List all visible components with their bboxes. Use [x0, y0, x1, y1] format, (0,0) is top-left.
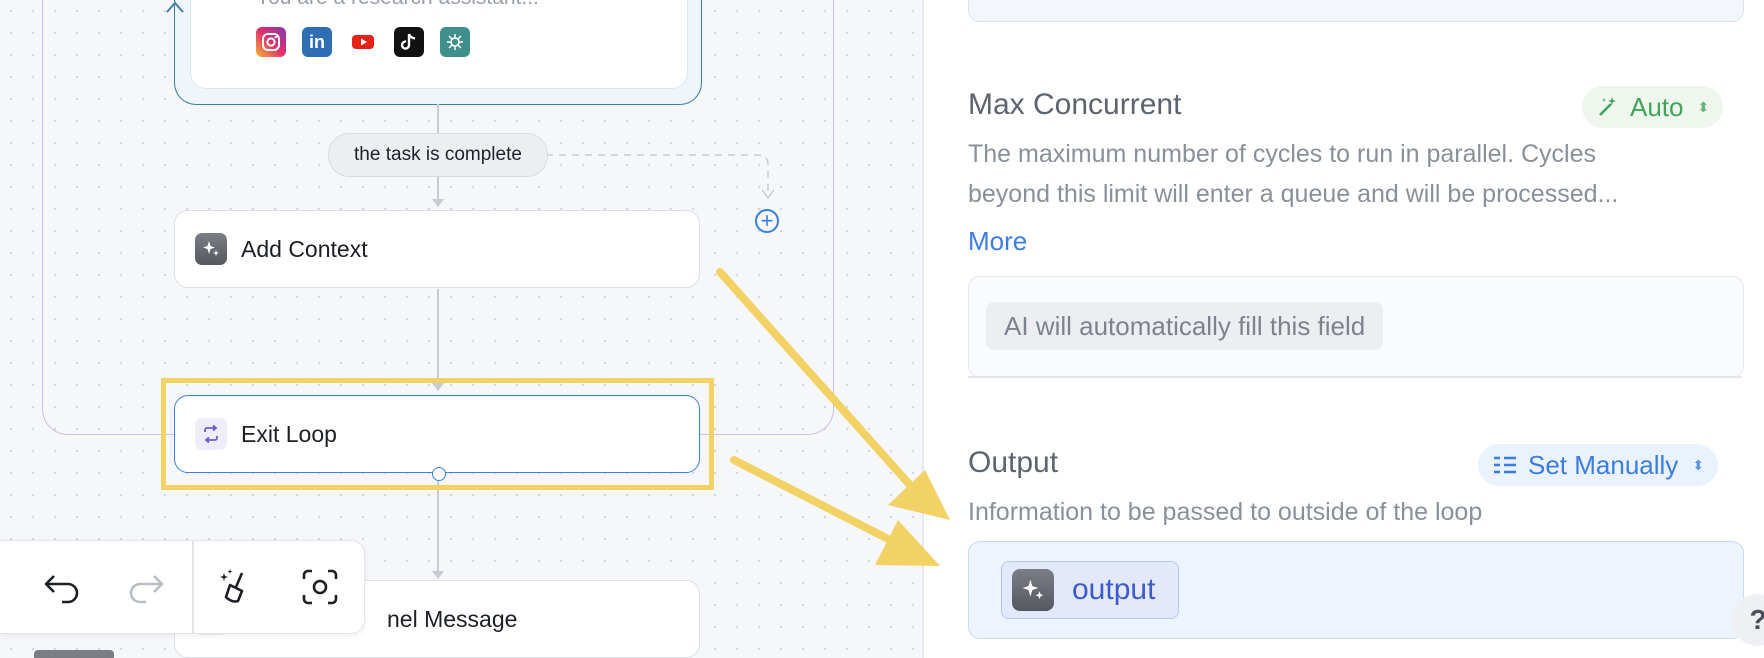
canvas-toolbar [0, 540, 365, 634]
linkedin-icon: in [302, 27, 332, 57]
max-concurrent-title: Max Concurrent [968, 88, 1182, 121]
highlight-box [161, 378, 714, 490]
add-context-label: Add Context [241, 235, 368, 262]
max-concurrent-mode-label: Auto [1630, 91, 1684, 122]
settings-panel: Max Concurrent Auto ⬍ The maximum number… [924, 0, 1764, 658]
chevron-updown-icon: ⬍ [1692, 456, 1705, 473]
output-variable-chip[interactable]: output [1001, 561, 1179, 619]
output-variable-label: output [1072, 573, 1156, 606]
connector-line [437, 289, 439, 385]
max-concurrent-mode-select[interactable]: Auto ⬍ [1582, 86, 1724, 128]
redo-icon[interactable] [122, 563, 170, 611]
connector-arrowhead [432, 571, 444, 579]
list-settings-icon [1494, 456, 1516, 474]
max-concurrent-description: The maximum number of cycles to run in p… [968, 134, 1748, 214]
output-mode-select[interactable]: Set Manually ⬍ [1478, 444, 1719, 486]
youtube-icon [348, 27, 378, 57]
output-mode-label: Set Manually [1528, 449, 1679, 480]
loop-return-arrow-icon [166, 1, 184, 13]
canvas-tab[interactable] [34, 650, 114, 658]
sparkle-icon [1012, 569, 1054, 611]
sparkle-icon [195, 233, 227, 265]
more-link[interactable]: More [968, 226, 1027, 257]
description-line: The maximum number of cycles to run in p… [968, 140, 1597, 168]
ai-autofill-placeholder: AI will automatically fill this field [986, 302, 1384, 350]
previous-field-input[interactable] [968, 0, 1744, 22]
screenshot-icon[interactable] [296, 563, 344, 611]
tiktok-icon [394, 27, 424, 57]
connector-line [437, 104, 439, 134]
connector-line [437, 479, 439, 575]
condition-label[interactable]: the task is complete [328, 133, 548, 177]
agent-node-description: You are a research assistant... [256, 0, 539, 10]
channel-message-label: nel Message [387, 605, 518, 632]
undo-icon[interactable] [38, 563, 86, 611]
add-context-node[interactable]: Add Context [174, 210, 700, 288]
branch-connector [546, 154, 775, 200]
magic-wand-icon [1599, 97, 1616, 116]
chevron-updown-icon: ⬍ [1697, 98, 1710, 115]
connector-line [437, 175, 439, 201]
output-title: Output [968, 446, 1059, 479]
workflow-canvas[interactable]: You are a research assistant... in + the… [0, 0, 922, 658]
toolbar-separator [192, 541, 194, 633]
connector-arrowhead [432, 199, 444, 207]
output-description: Information to be passed to outside of t… [968, 498, 1483, 526]
add-branch-button[interactable]: + [755, 209, 779, 233]
scraper-icon [440, 27, 470, 57]
magic-clean-icon[interactable] [212, 563, 260, 611]
instagram-icon [256, 27, 286, 57]
section-separator [968, 376, 1742, 378]
description-line: beyond this limit will enter a queue and… [968, 180, 1619, 208]
